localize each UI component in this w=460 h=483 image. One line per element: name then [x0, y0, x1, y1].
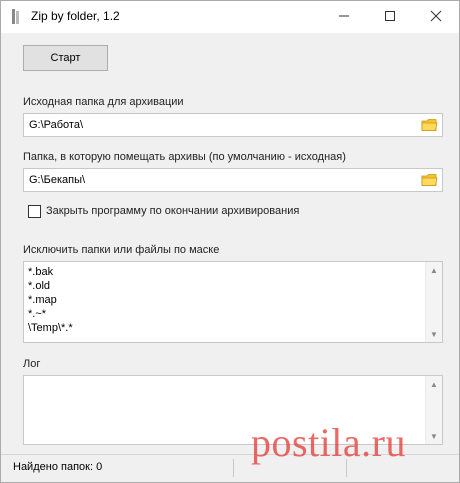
start-button[interactable]: Старт [23, 45, 108, 71]
source-folder-value: G:\Работа\ [29, 119, 84, 131]
target-folder-field[interactable]: G:\Бекапы\ [23, 168, 443, 192]
close-after-archive-checkbox[interactable] [28, 205, 41, 218]
exclude-mask-textarea[interactable]: *.bak *.old *.map *.~* \Temp\*.* ▲ ▼ [23, 261, 443, 343]
target-folder-label: Папка, в которую помещать архивы (по умо… [23, 151, 346, 163]
maximize-icon [385, 11, 395, 21]
exclude-mask-label: Исключить папки или файлы по маске [23, 244, 220, 256]
source-folder-field[interactable]: G:\Работа\ [23, 113, 443, 137]
log-scrollbar[interactable]: ▲ ▼ [425, 376, 442, 444]
mask-line: *.old [28, 280, 51, 292]
status-folders-found: Найдено папок: 0 [13, 461, 103, 473]
watermark-text: postila.ru [251, 420, 406, 465]
exclude-mask-lines: *.bak *.old *.map *.~* \Temp\*.* [28, 265, 73, 335]
mask-line: *.bak [28, 266, 54, 278]
source-folder-label: Исходная папка для архивации [23, 96, 184, 108]
minimize-icon [339, 15, 349, 17]
folder-icon[interactable] [421, 173, 438, 187]
app-window: Zip by folder, 1.2 Старт Исходная папка … [0, 0, 460, 483]
title-bar[interactable]: Zip by folder, 1.2 [1, 1, 459, 33]
window-title: Zip by folder, 1.2 [31, 9, 120, 23]
minimize-button[interactable] [321, 1, 367, 31]
app-icon [12, 9, 19, 24]
close-icon [430, 10, 442, 22]
scroll-up-icon[interactable]: ▲ [426, 262, 442, 278]
close-button[interactable] [413, 1, 459, 31]
target-folder-value: G:\Бекапы\ [29, 174, 86, 186]
scroll-down-icon[interactable]: ▼ [426, 326, 442, 342]
close-after-archive-label[interactable]: Закрыть программу по окончании архивиров… [46, 205, 299, 217]
mask-line: *.~* [28, 308, 47, 320]
status-separator [233, 459, 234, 477]
maximize-button[interactable] [367, 1, 413, 31]
scroll-up-icon[interactable]: ▲ [426, 376, 442, 392]
mask-line: *.map [28, 294, 57, 306]
folder-icon[interactable] [421, 118, 438, 132]
log-label: Лог [23, 358, 41, 370]
scroll-down-icon[interactable]: ▼ [426, 428, 442, 444]
mask-line: \Temp\*.* [28, 322, 73, 334]
exclude-scrollbar[interactable]: ▲ ▼ [425, 262, 442, 342]
